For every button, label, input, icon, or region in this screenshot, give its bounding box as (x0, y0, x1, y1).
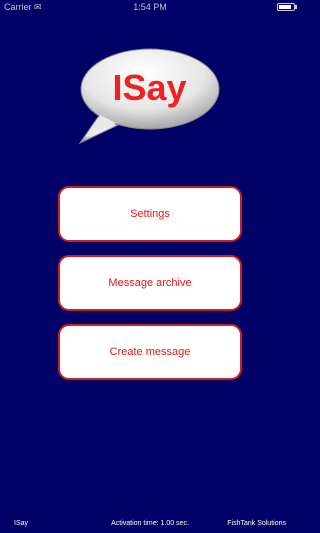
status-bar: Carrier ✉ 1:54 PM (0, 0, 300, 14)
app-logo: ISay (78, 47, 221, 147)
status-time: 1:54 PM (133, 2, 167, 12)
message-archive-button[interactable]: Message archive (58, 255, 242, 311)
battery-icon (277, 3, 297, 11)
create-message-button[interactable]: Create message (58, 324, 242, 380)
message-archive-button-label: Message archive (108, 277, 192, 289)
settings-button-label: Settings (130, 208, 170, 220)
footer-company: FishTank Solutions (227, 520, 286, 527)
footer: ISay Activation time: 1.00 sec. FishTank… (0, 520, 300, 532)
settings-button[interactable]: Settings (58, 186, 242, 242)
create-message-button-label: Create message (109, 346, 191, 358)
logo-text: ISay (112, 67, 187, 108)
